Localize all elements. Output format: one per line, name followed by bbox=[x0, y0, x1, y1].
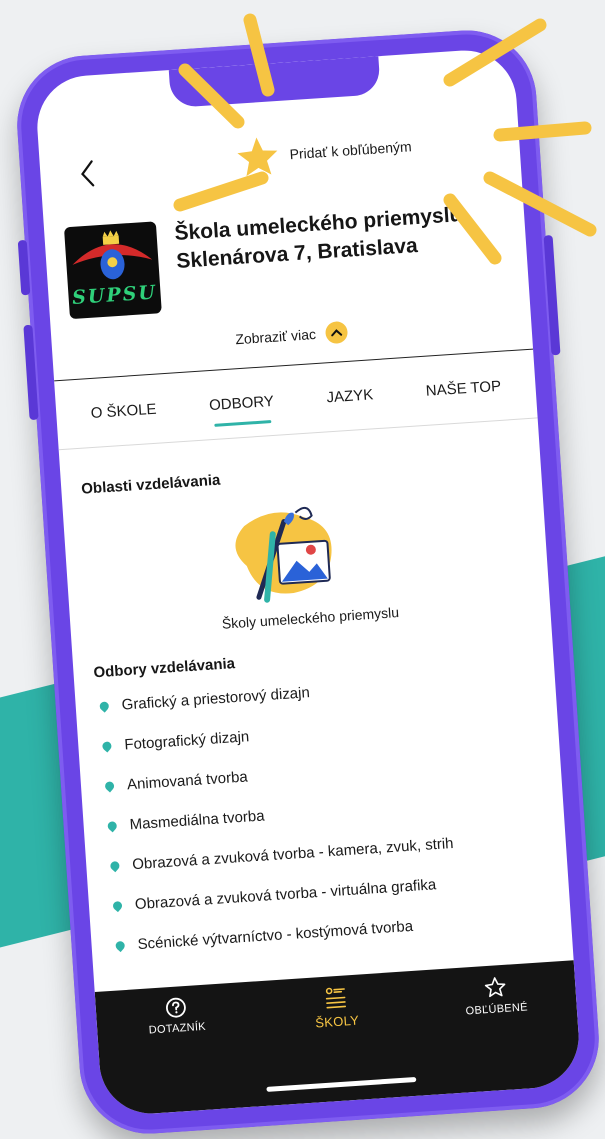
list-item: Animovaná tvorba bbox=[102, 748, 522, 797]
tab-bar: O ŠKOLE ODBORY JAZYK NAŠE TOP bbox=[54, 348, 538, 451]
list-item: Obrazová a zvuková tvorba - virtuálna gr… bbox=[110, 868, 530, 917]
nav-label-skoly: ŠKOLY bbox=[314, 1012, 360, 1031]
add-to-favorites-link[interactable]: Pridať k obľúbeným bbox=[289, 138, 412, 162]
areas-title: Oblasti vzdelávania bbox=[80, 471, 221, 498]
tab-o-skole[interactable]: O ŠKOLE bbox=[88, 396, 159, 426]
nav-label-dotaznik: DOTAZNÍK bbox=[148, 1020, 207, 1037]
tab-odbory[interactable]: ODBORY bbox=[206, 388, 276, 418]
school-title: Škola umeleckého priemyslu, Sklenárova 7… bbox=[173, 202, 469, 273]
show-more-label: Zobraziť viac bbox=[234, 325, 317, 348]
list-icon bbox=[325, 987, 347, 1009]
art-tools-illustration bbox=[235, 506, 332, 603]
favorite-star-icon[interactable] bbox=[233, 133, 282, 182]
nav-oblubene[interactable]: OBĽÚBENÉ bbox=[435, 972, 562, 1095]
bullet-icon bbox=[108, 859, 122, 873]
tab-jazyk[interactable]: JAZYK bbox=[324, 382, 376, 410]
star-icon bbox=[484, 977, 506, 998]
bullet-icon bbox=[100, 739, 114, 753]
list-item: Scénické výtvarníctvo - kostýmová tvorba bbox=[113, 908, 533, 957]
list-item: Obrazová a zvuková tvorba - kamera, zvuk… bbox=[108, 828, 528, 877]
chevron-left-icon bbox=[81, 160, 95, 187]
bullet-icon bbox=[97, 699, 111, 713]
school-logo: SUPSU bbox=[63, 221, 162, 320]
bullet-icon bbox=[103, 779, 116, 793]
back-button[interactable] bbox=[69, 153, 106, 195]
fields-list: Grafický a priestorový dizajn Fotografic… bbox=[97, 668, 535, 975]
list-item: Fotografický dizajn bbox=[100, 708, 520, 757]
list-item: Masmediálna tvorba bbox=[105, 788, 525, 837]
chevron-up-icon[interactable] bbox=[325, 320, 349, 345]
bullet-icon bbox=[113, 939, 127, 953]
question-icon bbox=[166, 997, 186, 1018]
logo-text: SUPSU bbox=[71, 281, 158, 309]
bullet-icon bbox=[111, 899, 124, 913]
app-screen: Pridať k obľúbeným SUPSU Škola umeleckéh… bbox=[34, 47, 582, 1117]
nav-dotaznik[interactable]: DOTAZNÍK bbox=[115, 993, 242, 1116]
bullet-icon bbox=[105, 819, 119, 833]
tab-nase-top[interactable]: NAŠE TOP bbox=[423, 373, 504, 403]
nav-label-oblubene: OBĽÚBENÉ bbox=[465, 1001, 529, 1018]
phone-mockup: Pridať k obľúbeným SUPSU Škola umeleckéh… bbox=[12, 25, 604, 1139]
fields-title: Odbory vzdelávania bbox=[92, 655, 236, 682]
